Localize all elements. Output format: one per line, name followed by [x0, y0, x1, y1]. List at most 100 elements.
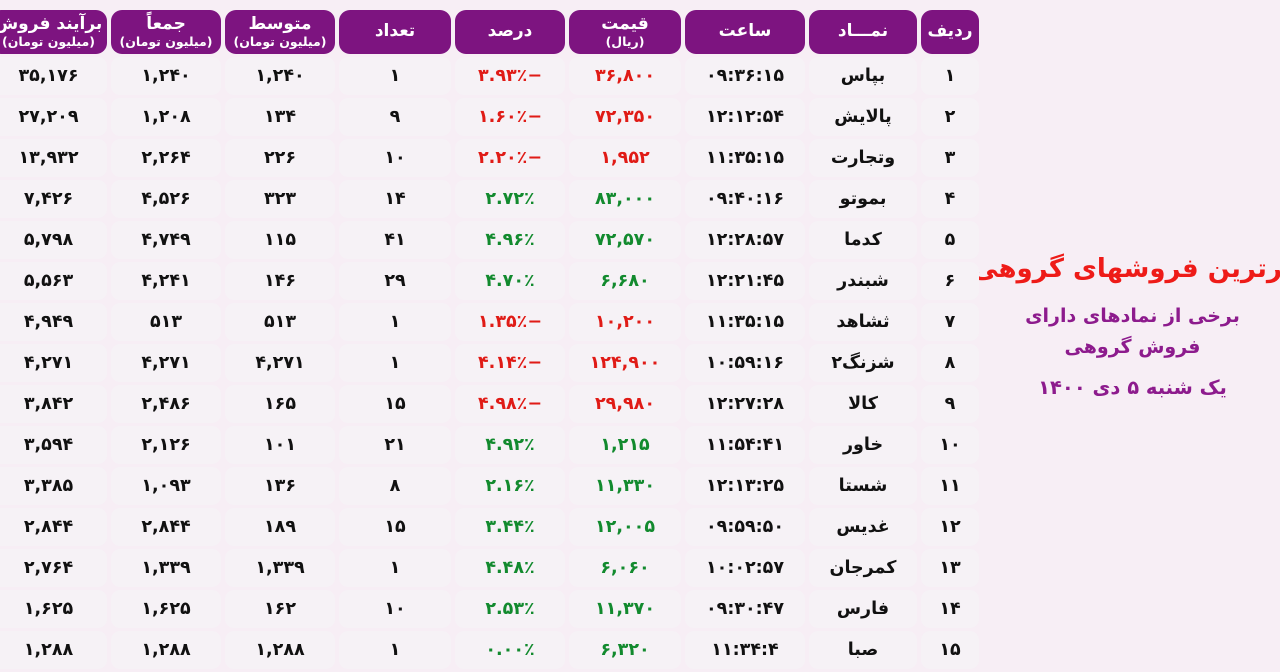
- cell-namad: کالا: [809, 385, 917, 423]
- cell-saat: ۱۲:۲۸:۵۷: [685, 221, 805, 259]
- cell-baraand: ۲,۸۴۴: [0, 508, 107, 546]
- cell-namad: وتجارت: [809, 139, 917, 177]
- cell-radif: ۸: [921, 344, 979, 382]
- cell-motavaset: ۱۸۹: [225, 508, 335, 546]
- column-header-radif[interactable]: ردیف: [921, 10, 979, 54]
- cell-baraand: ۳,۳۸۵: [0, 467, 107, 505]
- cell-gheymat: ۳۶,۸۰۰: [569, 57, 681, 95]
- table-row[interactable]: ۱۳ کمرجان ۱۰:۰۲:۵۷ ۶,۰۶۰ ۴.۴۸٪ ۱ ۱,۳۳۹ ۱,۳۳۹ ۲,۷…: [0, 549, 979, 587]
- cell-baraand: ۵,۷۹۸: [0, 221, 107, 259]
- cell-tedad: ۸: [339, 467, 451, 505]
- table-row[interactable]: ۱۵ صبا ۱۱:۳۴:۴ ۶,۳۲۰ ۰.۰۰٪ ۱ ۱,۲۸۸ ۱,۲۸۸ ۱,۲۸۸: [0, 631, 979, 669]
- cell-namad: بموتو: [809, 180, 917, 218]
- table-row[interactable]: ۱۴ فارس ۰۹:۳۰:۴۷ ۱۱,۳۷۰ ۲.۵۳٪ ۱۰ ۱۶۲ ۱,۶۲۵ ۱,۶۲۵: [0, 590, 979, 628]
- table-row[interactable]: ۴ بموتو ۰۹:۴۰:۱۶ ۸۳,۰۰۰ ۲.۷۲٪ ۱۴ ۳۲۳ ۴,۵۲۶ ۷,۴۲۶: [0, 180, 979, 218]
- cell-darsad: ۴.۹۶٪: [455, 221, 565, 259]
- cell-saat: ۱۲:۱۲:۵۴: [685, 98, 805, 136]
- cell-namad: ثشاهد: [809, 303, 917, 341]
- cell-gheymat: ۱۱,۳۷۰: [569, 590, 681, 628]
- column-header-darsad[interactable]: درصد: [455, 10, 565, 54]
- column-header-label: ردیف: [927, 21, 973, 42]
- column-header-gheymat[interactable]: قیمت (ریال): [569, 10, 681, 54]
- cell-saat: ۱۰:۵۹:۱۶: [685, 344, 805, 382]
- column-header-motavaset[interactable]: متوسط (میلیون تومان): [225, 10, 335, 54]
- cell-radif: ۴: [921, 180, 979, 218]
- cell-gheymat: ۷۲,۵۷۰: [569, 221, 681, 259]
- table-row[interactable]: ۱۲ غدیس ۰۹:۵۹:۵۰ ۱۲,۰۰۵ ۳.۴۴٪ ۱۵ ۱۸۹ ۲,۸۴۴ ۲,۸۴۴: [0, 508, 979, 546]
- table-body: ۱ بپاس ۰۹:۳۶:۱۵ ۳۶,۸۰۰ −۳.۹۳٪ ۱ ۱,۲۴۰ ۱,۲۴۰ ۳۵,۱…: [0, 57, 979, 672]
- cell-gheymat: ۷۲,۳۵۰: [569, 98, 681, 136]
- cell-gheymat: ۱۲,۰۰۵: [569, 508, 681, 546]
- column-header-unit: (میلیون تومان): [119, 34, 213, 50]
- cell-tedad: ۹: [339, 98, 451, 136]
- cell-radif: ۱۴: [921, 590, 979, 628]
- cell-saat: ۰۹:۵۹:۵۰: [685, 508, 805, 546]
- cell-radif: ۷: [921, 303, 979, 341]
- column-header-saat[interactable]: ساعت: [685, 10, 805, 54]
- cell-jaman: ۲,۱۲۶: [111, 426, 221, 464]
- cell-radif: ۱۳: [921, 549, 979, 587]
- cell-motavaset: ۴,۲۷۱: [225, 344, 335, 382]
- cell-tedad: ۱: [339, 549, 451, 587]
- table-row[interactable]: ۸ شزنگ۲ ۱۰:۵۹:۱۶ ۱۲۴,۹۰۰ −۴.۱۴٪ ۱ ۴,۲۷۱ ۴,۲۷۱ ۴,…: [0, 344, 979, 382]
- column-header-baraand[interactable]: برآیند فروش (میلیون تومان): [0, 10, 107, 54]
- cell-saat: ۱۱:۳۵:۱۵: [685, 303, 805, 341]
- cell-jaman: ۴,۵۲۶: [111, 180, 221, 218]
- table-row[interactable]: ۲ پالایش ۱۲:۱۲:۵۴ ۷۲,۳۵۰ −۱.۶۰٪ ۹ ۱۳۴ ۱,۲۰۸ ۲۷,۲…: [0, 98, 979, 136]
- cell-radif: ۳: [921, 139, 979, 177]
- column-header-label: برآیند فروش: [0, 13, 103, 34]
- table-row[interactable]: ۱ بپاس ۰۹:۳۶:۱۵ ۳۶,۸۰۰ −۳.۹۳٪ ۱ ۱,۲۴۰ ۱,۲۴۰ ۳۵,۱…: [0, 57, 979, 95]
- cell-saat: ۱۲:۱۳:۲۵: [685, 467, 805, 505]
- cell-baraand: ۷,۴۲۶: [0, 180, 107, 218]
- cell-gheymat: ۱۲۴,۹۰۰: [569, 344, 681, 382]
- cell-baraand: ۱۳,۹۳۲: [0, 139, 107, 177]
- column-header-unit: (میلیون تومان): [2, 34, 95, 50]
- table-header-row: ردیف نمـــاد ساعت قیمت (ریال) درصد تعداد متوسط(…: [0, 10, 979, 54]
- cell-saat: ۰۹:۳۰:۴۷: [685, 590, 805, 628]
- cell-baraand: ۳,۸۴۲: [0, 385, 107, 423]
- cell-motavaset: ۱,۲۸۸: [225, 631, 335, 669]
- column-header-jaman[interactable]: جمعاً (میلیون تومان): [111, 10, 221, 54]
- table-row[interactable]: ۷ ثشاهد ۱۱:۳۵:۱۵ ۱۰,۲۰۰ −۱.۳۵٪ ۱ ۵۱۳ ۵۱۳ ۴,۹۴۹: [0, 303, 979, 341]
- cell-jaman: ۱,۲۰۸: [111, 98, 221, 136]
- cell-baraand: ۳۵,۱۷۶: [0, 57, 107, 95]
- table-row[interactable]: ۹ کالا ۱۲:۲۷:۲۸ ۲۹,۹۸۰ −۴.۹۸٪ ۱۵ ۱۶۵ ۲,۴۸۶ ۳,۸۴۲: [0, 385, 979, 423]
- column-header-tedad[interactable]: تعداد: [339, 10, 451, 54]
- cell-radif: ۲: [921, 98, 979, 136]
- column-header-namad[interactable]: نمـــاد: [809, 10, 917, 54]
- cell-jaman: ۴,۲۷۱: [111, 344, 221, 382]
- cell-radif: ۵: [921, 221, 979, 259]
- cell-motavaset: ۱۶۲: [225, 590, 335, 628]
- cell-baraand: ۴,۹۴۹: [0, 303, 107, 341]
- cell-motavaset: ۱۳۶: [225, 467, 335, 505]
- cell-motavaset: ۳۲۳: [225, 180, 335, 218]
- table-row[interactable]: ۱۱ شستا ۱۲:۱۳:۲۵ ۱۱,۳۳۰ ۲.۱۶٪ ۸ ۱۳۶ ۱,۰۹۳ ۳,۳۸۵: [0, 467, 979, 505]
- cell-saat: ۰۹:۴۰:۱۶: [685, 180, 805, 218]
- table-row[interactable]: ۶ شبندر ۱۲:۲۱:۴۵ ۶,۶۸۰ ۴.۷۰٪ ۲۹ ۱۴۶ ۴,۲۴۱ ۵,۵۶۳: [0, 262, 979, 300]
- cell-darsad: ۴.۷۰٪: [455, 262, 565, 300]
- column-header-label: تعداد: [374, 21, 416, 42]
- cell-jaman: ۲,۲۶۴: [111, 139, 221, 177]
- cell-jaman: ۲,۸۴۴: [111, 508, 221, 546]
- cell-gheymat: ۶,۰۶۰: [569, 549, 681, 587]
- cell-gheymat: ۱۱,۳۳۰: [569, 467, 681, 505]
- cell-radif: ۱۰: [921, 426, 979, 464]
- cell-saat: ۱۱:۵۴:۴۱: [685, 426, 805, 464]
- cell-baraand: ۱,۶۲۵: [0, 590, 107, 628]
- table-row[interactable]: ۱۰ خاور ۱۱:۵۴:۴۱ ۱,۲۱۵ ۴.۹۲٪ ۲۱ ۱۰۱ ۲,۱۲۶ ۳,۵۹۴: [0, 426, 979, 464]
- cell-gheymat: ۲۹,۹۸۰: [569, 385, 681, 423]
- cell-radif: ۶: [921, 262, 979, 300]
- cell-tedad: ۱۵: [339, 385, 451, 423]
- cell-jaman: ۱,۳۳۹: [111, 549, 221, 587]
- cell-motavaset: ۱۶۵: [225, 385, 335, 423]
- cell-baraand: ۲,۷۶۴: [0, 549, 107, 587]
- table-row[interactable]: ۳ وتجارت ۱۱:۳۵:۱۵ ۱,۹۵۲ −۲.۲۰٪ ۱۰ ۲۲۶ ۲,۲۶۴ ۱۳,۹…: [0, 139, 979, 177]
- cell-jaman: ۱,۶۲۵: [111, 590, 221, 628]
- table-row[interactable]: ۵ کدما ۱۲:۲۸:۵۷ ۷۲,۵۷۰ ۴.۹۶٪ ۴۱ ۱۱۵ ۴,۷۴۹ ۵,۷۹۸: [0, 221, 979, 259]
- cell-darsad: −۱.۶۰٪: [455, 98, 565, 136]
- cell-saat: ۱۲:۲۱:۴۵: [685, 262, 805, 300]
- cell-motavaset: ۱۰۱: [225, 426, 335, 464]
- cell-tedad: ۱: [339, 57, 451, 95]
- cell-namad: کدما: [809, 221, 917, 259]
- cell-namad: صبا: [809, 631, 917, 669]
